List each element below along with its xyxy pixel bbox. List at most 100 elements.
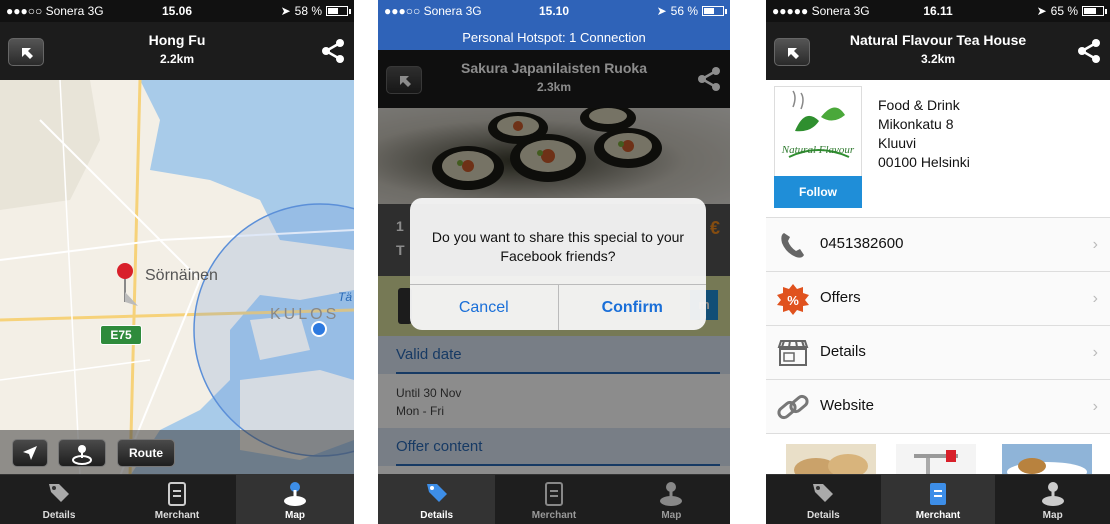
details-row[interactable]: Details › — [766, 326, 1110, 380]
share-icon[interactable] — [1076, 38, 1102, 64]
joystick-icon — [284, 482, 306, 506]
phone-row[interactable]: 0451382600 › — [766, 218, 1110, 272]
map-label-island: Tä — [338, 290, 353, 304]
phone-number: 0451382600 — [820, 235, 904, 252]
photo-thumbnail[interactable] — [1002, 444, 1092, 476]
status-right: ➤ 65 % — [1036, 4, 1107, 18]
phone-merchant-screen: ●●●●● Sonera 3G 16.11 ➤ 65 % Natural Fla… — [766, 0, 1110, 524]
distance-text: 2.2km — [159, 52, 195, 66]
logo-text: Natural Flavour — [781, 144, 855, 156]
joystick-button[interactable] — [58, 439, 106, 467]
photo-strip — [766, 438, 1110, 476]
distance-text: 3.2km — [920, 52, 956, 66]
confirm-button[interactable]: Confirm — [557, 285, 707, 330]
status-bar: ●●●●● Sonera 3G 16.11 ➤ 65 % — [766, 0, 1110, 22]
tab-map[interactable]: Map — [995, 475, 1110, 524]
address-district: Kluuvi — [878, 135, 917, 151]
offers-row[interactable]: % Offers › — [766, 272, 1110, 326]
battery-icon — [326, 6, 351, 16]
chevron-right-icon: › — [1092, 290, 1098, 307]
battery-percent: 56 % — [670, 4, 698, 18]
nav-bar: Natural Flavour Tea House 3.2km — [766, 22, 1110, 80]
follow-button[interactable]: Follow — [774, 176, 862, 208]
battery-percent: 58 % — [294, 4, 322, 18]
tab-details[interactable]: Details — [378, 475, 496, 524]
tea-leaf-logo-icon: Natural Flavour — [781, 90, 855, 158]
merchant-header: Natural Flavour Follow Food & Drink Miko… — [766, 80, 1110, 218]
map-toolbar: Route — [0, 430, 354, 476]
document-icon — [168, 482, 186, 506]
storefront-icon — [777, 340, 809, 366]
current-location-icon — [311, 321, 327, 337]
road-badge: E75 — [100, 325, 142, 345]
tab-merchant[interactable]: Merchant — [118, 475, 236, 524]
tab-merchant[interactable]: Merchant — [495, 475, 612, 524]
price-tag-icon — [813, 484, 834, 502]
phone-share-dialog-screen: ●●●○○ Sonera 3G 15.10 ➤ 56 % Personal Ho… — [378, 0, 730, 524]
photo-thumbnail[interactable] — [786, 444, 876, 476]
tab-details[interactable]: Details — [766, 475, 881, 524]
tab-bar: Details Merchant Map — [766, 474, 1110, 524]
price-tag-icon — [426, 484, 447, 502]
arrow-locate-icon — [23, 446, 37, 460]
tab-details[interactable]: Details — [0, 475, 118, 524]
tab-map[interactable]: Map — [236, 475, 354, 524]
dialog-message: Do you want to share this special to you… — [431, 229, 685, 264]
cancel-button[interactable]: Cancel — [410, 285, 558, 330]
hotspot-status-bar: ●●●○○ Sonera 3G 15.10 ➤ 56 % Personal Ho… — [378, 0, 730, 50]
locate-button[interactable] — [12, 439, 48, 467]
chevron-right-icon: › — [1092, 398, 1098, 415]
svg-text:%: % — [787, 293, 799, 308]
map-view[interactable]: Sörnäinen KULOS Tä E75 — [0, 80, 354, 476]
page-title: Hong Fu — [148, 32, 206, 48]
address-street: Mikonkatu 8 — [878, 116, 954, 132]
merchant-address: Food & Drink Mikonkatu 8 Kluuvi 00100 He… — [878, 96, 970, 172]
tab-map[interactable]: Map — [613, 475, 730, 524]
nav-bar: Hong Fu 2.2km — [0, 22, 354, 80]
hotspot-banner[interactable]: Personal Hotspot: 1 Connection — [378, 30, 730, 45]
website-row[interactable]: Website › — [766, 380, 1110, 434]
location-icon: ➤ — [656, 4, 667, 18]
route-button[interactable]: Route — [117, 439, 175, 467]
status-right: ➤ 56 % — [656, 4, 727, 18]
page-title: Natural Flavour Tea House — [849, 32, 1027, 48]
merchant-category: Food & Drink — [878, 97, 960, 113]
map-label-place: Sörnäinen — [145, 267, 218, 284]
dialog-buttons: Cancel Confirm — [410, 284, 706, 330]
back-button[interactable] — [774, 38, 810, 66]
photo-thumbnail[interactable] — [896, 444, 976, 476]
tab-merchant[interactable]: Merchant — [880, 475, 996, 524]
phone-map-screen: ●●●○○ Sonera 3G 15.06 ➤ 58 % Hong Fu 2.2… — [0, 0, 354, 524]
website-label: Website — [820, 397, 874, 414]
phone-icon — [781, 233, 804, 258]
chevron-right-icon: › — [1092, 236, 1098, 253]
share-icon[interactable] — [320, 38, 346, 64]
link-icon — [777, 394, 809, 420]
joystick-icon — [72, 445, 92, 465]
status-right: ➤ 58 % — [280, 4, 351, 18]
details-label: Details — [820, 343, 866, 360]
location-icon: ➤ — [1036, 4, 1047, 18]
map-pin-icon[interactable] — [112, 262, 142, 306]
tab-bar: Details Merchant Map — [378, 474, 730, 524]
percent-badge-icon: % — [777, 284, 809, 315]
location-icon: ➤ — [280, 4, 291, 18]
map-label-district: KULOS — [270, 306, 340, 323]
document-icon — [544, 482, 563, 506]
price-tag-icon — [49, 484, 69, 502]
joystick-icon — [1041, 482, 1064, 506]
joystick-icon — [660, 482, 683, 506]
battery-percent: 65 % — [1050, 4, 1078, 18]
offers-label: Offers — [820, 289, 861, 306]
status-bar: ●●●○○ Sonera 3G 15.06 ➤ 58 % — [0, 0, 354, 22]
chevron-right-icon: › — [1092, 344, 1098, 361]
back-arrow-icon — [788, 48, 799, 59]
document-icon — [930, 483, 946, 505]
back-arrow-icon — [22, 48, 33, 59]
address-postal: 00100 Helsinki — [878, 154, 970, 170]
share-dialog: Do you want to share this special to you… — [410, 198, 706, 330]
battery-icon — [702, 6, 727, 16]
tab-bar: Details Merchant Map — [0, 474, 354, 524]
back-button[interactable] — [8, 38, 44, 66]
battery-icon — [1082, 6, 1107, 16]
